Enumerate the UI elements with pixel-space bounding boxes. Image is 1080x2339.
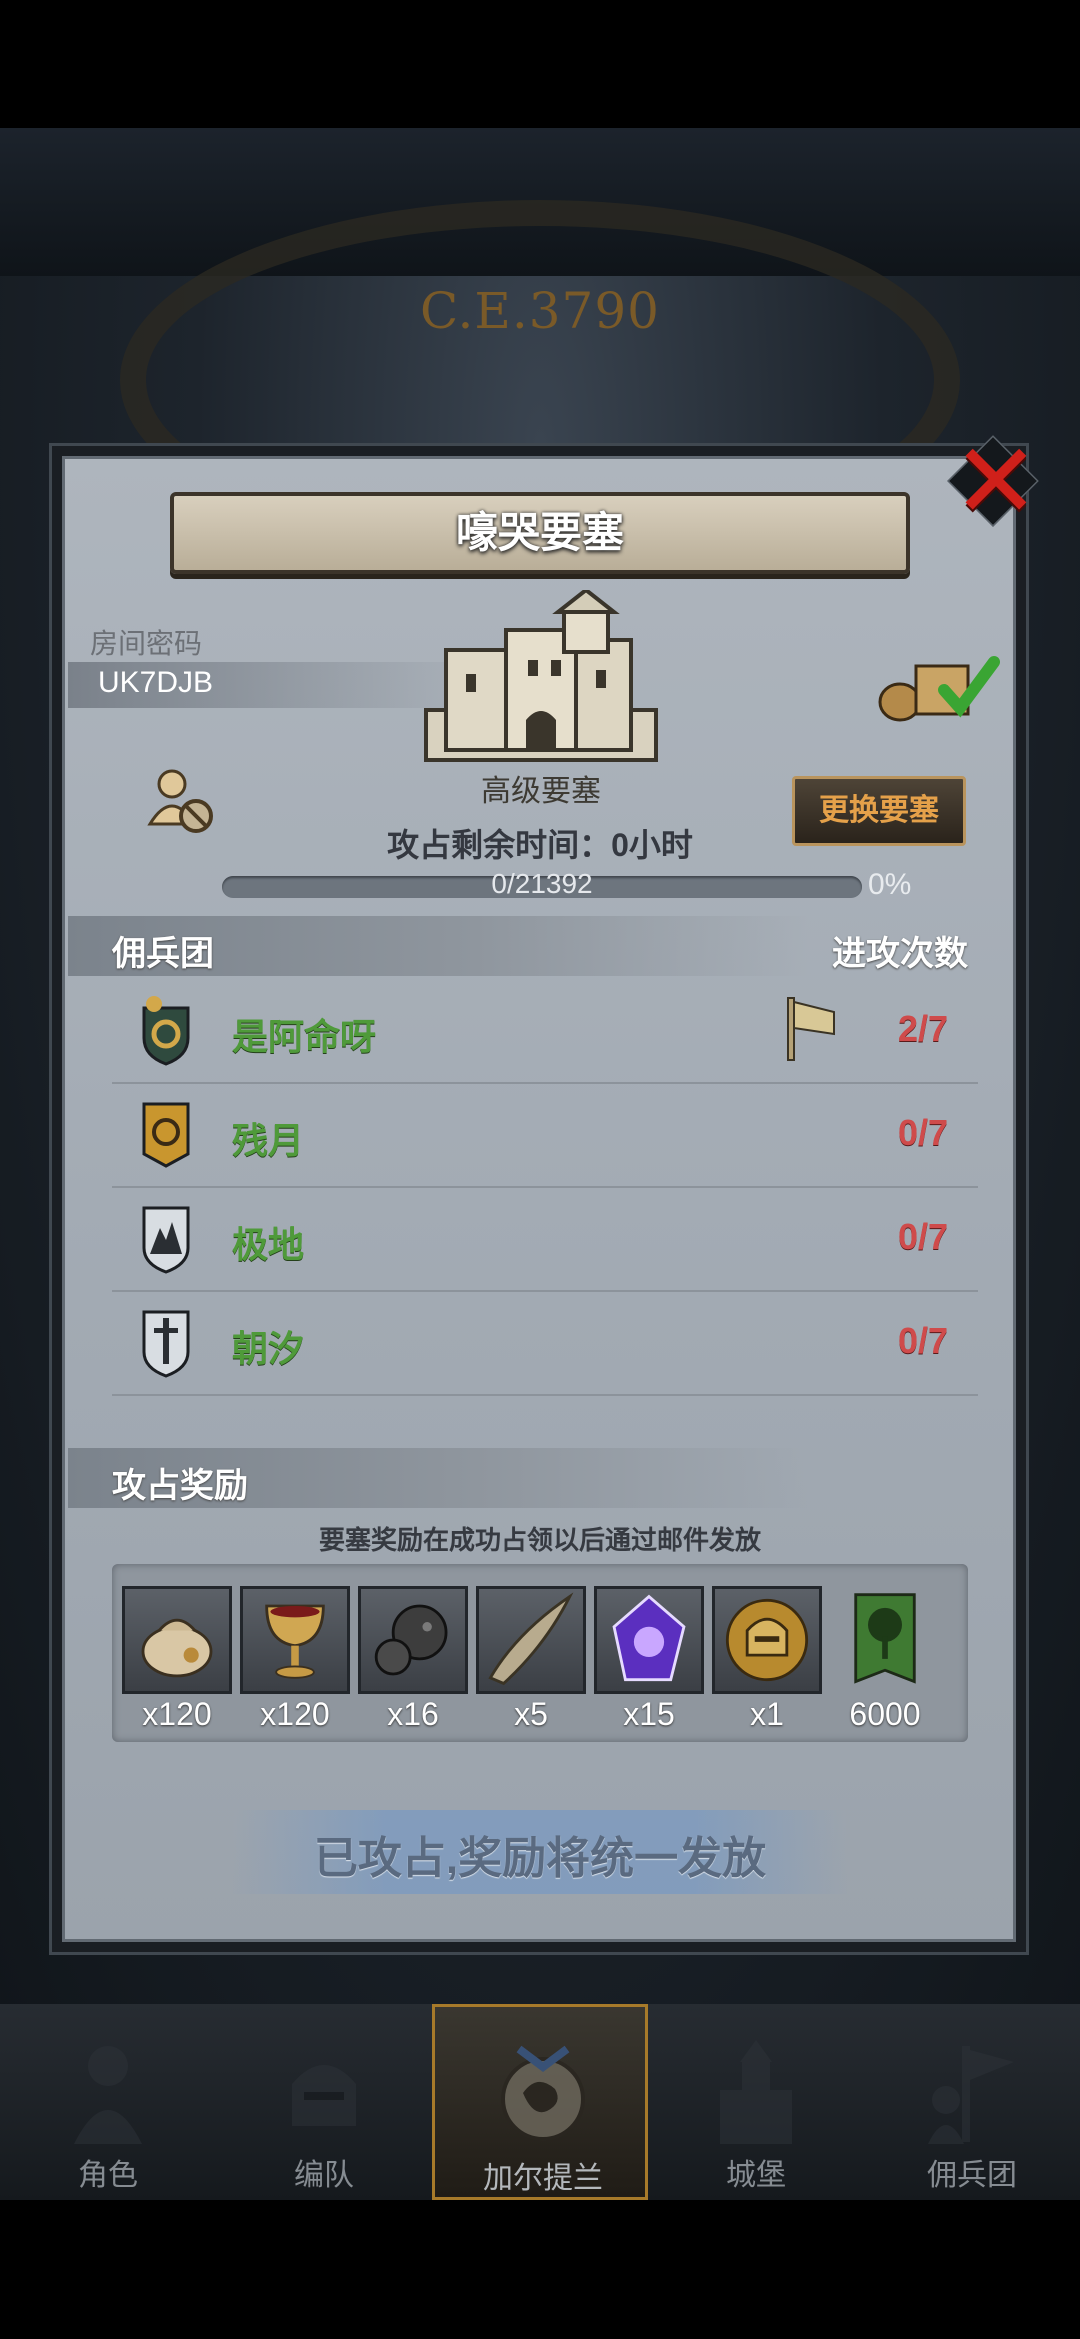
nav-item-formation[interactable]: 编队: [216, 2004, 432, 2200]
mercenary-section-title: 佣兵团: [112, 935, 214, 973]
mercenary-name: 极地: [232, 1224, 305, 1265]
room-code-label: 房间密码: [90, 628, 203, 659]
purple-crystal-icon: [612, 1594, 686, 1682]
chalice-icon: [265, 1604, 325, 1679]
reward-item[interactable]: [240, 1586, 350, 1694]
bag-check-icon[interactable]: [874, 652, 1000, 724]
reward-section-title: 攻占奖励: [112, 1467, 248, 1505]
close-icon[interactable]: ✕: [946, 430, 1046, 534]
fortress-castle-icon: [424, 590, 658, 762]
mercenary-row[interactable]: 极地 0/7: [112, 1188, 978, 1292]
nav-label: 编队: [294, 2159, 354, 2192]
green-gold-shield-icon: [142, 996, 190, 1066]
attack-count-header: 进攻次数: [832, 935, 968, 973]
nav-item-character[interactable]: 角色: [0, 2004, 216, 2200]
attack-count: 0/7: [897, 1320, 948, 1361]
horn-icon: [488, 1592, 574, 1686]
reward-count: x5: [514, 1696, 548, 1732]
reward-count: 6000: [849, 1696, 921, 1732]
sword-shield-icon: [142, 1310, 190, 1378]
reward-note: 要塞奖励在成功占领以后通过邮件发放: [318, 1525, 761, 1555]
knight-icon: [74, 2046, 142, 2144]
flag-icon: [787, 997, 835, 1061]
gold-moon-shield-icon: [142, 1102, 190, 1168]
progress-text: 0/21392: [491, 868, 593, 899]
mercenary-row[interactable]: 残月 0/7: [112, 1084, 978, 1188]
status-bar-area: [0, 0, 1080, 128]
mercenary-icon: [928, 2046, 1014, 2144]
money-bag-icon: [141, 1618, 213, 1678]
reward-item[interactable]: [122, 1586, 232, 1694]
reward-count: x1: [750, 1696, 784, 1732]
nav-label: 城堡: [726, 2159, 786, 2192]
mercenary-name: 残月: [232, 1120, 305, 1161]
mercenary-name: 是阿命呀: [232, 1016, 377, 1057]
change-fortress-button[interactable]: 更换要塞: [792, 776, 966, 846]
reward-item[interactable]: [712, 1586, 822, 1694]
helmet-icon: [292, 2065, 356, 2126]
mercenary-row[interactable]: 朝汐 0/7: [112, 1292, 978, 1396]
attack-count: 2/7: [897, 1008, 948, 1049]
tree-banner-icon: [854, 1593, 916, 1684]
reward-item[interactable]: [830, 1586, 940, 1694]
mercenary-row[interactable]: 是阿命呀 2/7: [112, 980, 978, 1084]
mountain-shield-icon: [142, 1206, 190, 1274]
reward-count: x120: [260, 1696, 330, 1732]
dialog-title: 嚎哭要塞: [455, 509, 624, 556]
reward-item[interactable]: [358, 1586, 468, 1694]
castle-icon: [720, 2040, 792, 2144]
progress-percent: 0%: [868, 868, 912, 901]
attack-count: 0/7: [897, 1112, 948, 1153]
room-code-value: UK7DJB: [98, 666, 214, 699]
knight-helmet-medal-icon: [725, 1598, 809, 1682]
reward-count: x16: [387, 1696, 439, 1732]
reward-item[interactable]: [476, 1586, 586, 1694]
nav-item-castle[interactable]: 城堡: [648, 2004, 864, 2200]
ore-rock-icon: [374, 1604, 448, 1676]
fortress-type: 高级要塞: [481, 775, 601, 808]
system-navigation-area: [0, 2200, 1080, 2339]
status-button[interactable]: 已攻占,奖励将统一发放: [0, 1822, 1080, 1886]
nav-label: 佣兵团: [927, 2159, 1017, 2192]
reward-count: x120: [142, 1696, 212, 1732]
mercenary-name: 朝汐: [232, 1328, 305, 1369]
era-label: C.E.3790: [419, 282, 660, 340]
reward-item[interactable]: [594, 1586, 704, 1694]
reward-count: x15: [623, 1696, 675, 1732]
nav-item-mercenary[interactable]: 佣兵团: [864, 2004, 1080, 2200]
nav-item-galtiran[interactable]: 加尔提兰: [432, 2004, 648, 2200]
world-map-icon: [501, 2045, 585, 2141]
nav-label: 角色: [78, 2159, 138, 2192]
person-block-icon[interactable]: [146, 766, 216, 836]
attack-count: 0/7: [897, 1216, 948, 1257]
nav-label: 加尔提兰: [483, 2162, 603, 2195]
